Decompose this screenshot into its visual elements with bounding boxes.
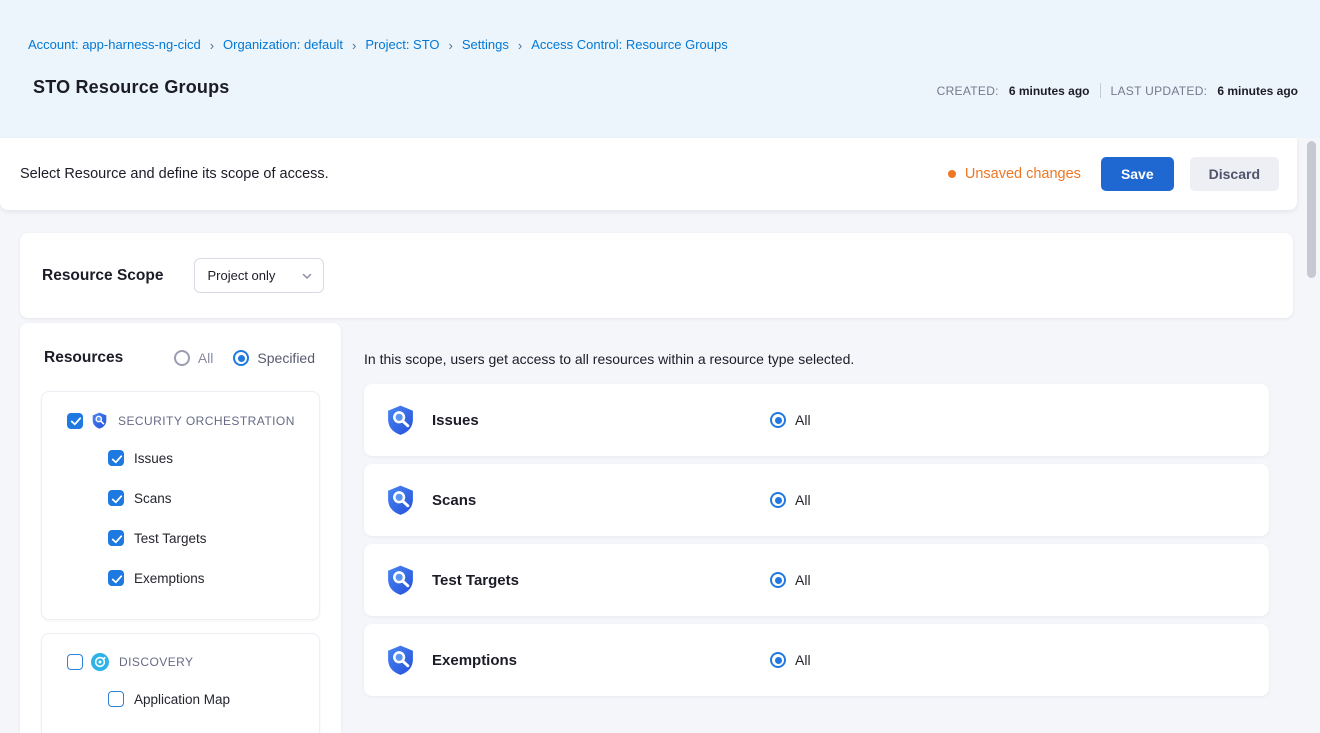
sto-shield-icon — [385, 643, 416, 677]
chevron-down-icon — [301, 270, 313, 282]
resources-title: Resources — [44, 349, 123, 367]
resource-row-label: Scans — [432, 492, 476, 509]
unsaved-changes-dot-icon — [948, 170, 956, 178]
resource-item-scans[interactable]: Scans — [108, 478, 309, 518]
sto-shield-icon — [91, 411, 108, 430]
sto-shield-icon — [385, 563, 416, 597]
breadcrumb: Account: app-harness-ng-cicd Organizatio… — [28, 37, 728, 52]
created-value: 6 minutes ago — [1009, 84, 1090, 98]
save-button[interactable]: Save — [1101, 157, 1174, 191]
access-all-option[interactable]: All — [770, 652, 811, 668]
resource-item-test-targets[interactable]: Test Targets — [108, 518, 309, 558]
breadcrumb-organization-link[interactable]: Organization: default — [223, 37, 343, 52]
breadcrumb-project-link[interactable]: Project: STO — [365, 37, 439, 52]
resource-group-discovery: DISCOVERY Application Map — [41, 633, 320, 733]
access-all-radio[interactable] — [770, 412, 786, 428]
resource-item-application-map[interactable]: Application Map — [108, 679, 309, 719]
resource-row-issues: Issues All — [364, 384, 1269, 456]
breadcrumb-settings-link[interactable]: Settings — [462, 37, 509, 52]
resource-row-exemptions: Exemptions All — [364, 624, 1269, 696]
scope-instruction-text: In this scope, users get access to all r… — [364, 351, 854, 367]
mode-all-radio[interactable] — [174, 350, 190, 366]
group-name: DISCOVERY — [119, 655, 194, 669]
resource-scope-select[interactable]: Project only — [194, 258, 324, 293]
access-all-label: All — [795, 412, 811, 428]
resource-scope-value: Project only — [207, 268, 275, 283]
mode-specified-label: Specified — [257, 350, 315, 366]
resource-row-label: Test Targets — [432, 572, 519, 589]
item-label: Exemptions — [134, 571, 205, 586]
unsaved-changes-text: Unsaved changes — [965, 166, 1081, 182]
test-targets-checkbox[interactable] — [108, 530, 124, 546]
access-all-option[interactable]: All — [770, 412, 811, 428]
security-orchestration-checkbox[interactable] — [67, 413, 83, 429]
access-all-option[interactable]: All — [770, 572, 811, 588]
access-all-option[interactable]: All — [770, 492, 811, 508]
breadcrumb-account-link[interactable]: Account: app-harness-ng-cicd — [28, 37, 201, 52]
issues-checkbox[interactable] — [108, 450, 124, 466]
mode-specified-radio[interactable] — [233, 350, 249, 366]
access-all-label: All — [795, 572, 811, 588]
mode-specified-option[interactable]: Specified — [233, 350, 315, 366]
mode-all-option[interactable]: All — [174, 350, 214, 366]
last-updated-label: LAST UPDATED: — [1111, 84, 1208, 98]
resource-row-test-targets: Test Targets All — [364, 544, 1269, 616]
exemptions-checkbox[interactable] — [108, 570, 124, 586]
resource-scope-label: Resource Scope — [42, 267, 163, 285]
resources-mode-radio-group: All Specified — [174, 350, 315, 366]
page-title: STO Resource Groups — [33, 77, 230, 98]
access-all-radio[interactable] — [770, 492, 786, 508]
resources-sidebar: Resources All Specified SECURITY ORCHEST… — [20, 323, 341, 733]
last-updated-value: 6 minutes ago — [1217, 84, 1298, 98]
toolbar: Select Resource and define its scope of … — [0, 138, 1297, 210]
breadcrumb-resource-groups-link[interactable]: Access Control: Resource Groups — [531, 37, 728, 52]
resource-item-issues[interactable]: Issues — [108, 438, 309, 478]
access-all-radio[interactable] — [770, 572, 786, 588]
breadcrumb-separator-icon — [518, 38, 522, 52]
resource-item-exemptions[interactable]: Exemptions — [108, 558, 309, 598]
sto-shield-icon — [385, 403, 416, 437]
breadcrumb-separator-icon — [449, 38, 453, 52]
page-header: Account: app-harness-ng-cicd Organizatio… — [0, 0, 1320, 138]
sto-shield-icon — [385, 483, 416, 517]
breadcrumb-separator-icon — [352, 38, 356, 52]
resource-scope-card: Resource Scope Project only — [20, 233, 1293, 318]
discovery-checkbox[interactable] — [67, 654, 83, 670]
resource-row-scans: Scans All — [364, 464, 1269, 536]
toolbar-description: Select Resource and define its scope of … — [20, 166, 329, 182]
timestamps: CREATED: 6 minutes ago LAST UPDATED: 6 m… — [937, 83, 1298, 98]
access-all-label: All — [795, 652, 811, 668]
resource-row-label: Exemptions — [432, 652, 517, 669]
vertical-scrollbar-thumb[interactable] — [1307, 141, 1316, 278]
breadcrumb-separator-icon — [210, 38, 214, 52]
resource-row-label: Issues — [432, 412, 479, 429]
resource-group-security-orchestration: SECURITY ORCHESTRATION Issues Scans Test… — [41, 391, 320, 620]
access-all-radio[interactable] — [770, 652, 786, 668]
item-label: Scans — [134, 491, 172, 506]
discard-button[interactable]: Discard — [1190, 157, 1279, 191]
scans-checkbox[interactable] — [108, 490, 124, 506]
discovery-icon — [91, 653, 109, 671]
item-label: Issues — [134, 451, 173, 466]
application-map-checkbox[interactable] — [108, 691, 124, 707]
mode-all-label: All — [198, 350, 214, 366]
item-label: Application Map — [134, 692, 230, 707]
access-all-label: All — [795, 492, 811, 508]
item-label: Test Targets — [134, 531, 207, 546]
created-label: CREATED: — [937, 84, 999, 98]
meta-divider — [1100, 83, 1101, 98]
group-name: SECURITY ORCHESTRATION — [118, 414, 295, 428]
